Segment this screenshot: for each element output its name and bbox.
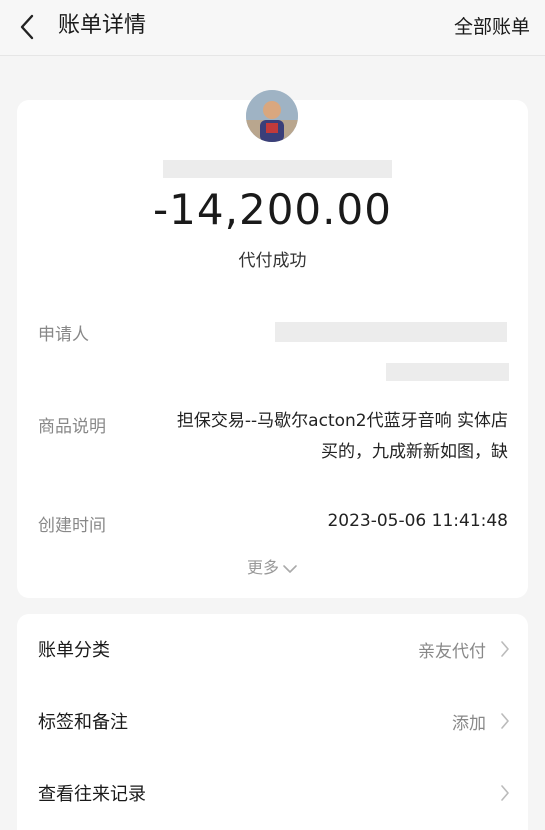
row-label: 账单分类 [38,640,110,661]
created-time-value: 2023-05-06 11:41:48 [327,511,508,531]
redacted-applicant-line-2 [386,363,509,381]
all-bills-link[interactable]: 全部账单 [454,12,530,42]
amount: -14,200.00 [153,185,392,234]
page-title: 账单详情 [58,13,147,38]
chevron-right-icon [500,784,510,806]
options-card: 账单分类 亲友代付 标签和备注 添加 查看往来记录 [17,614,528,830]
row-label: 查看往来记录 [38,784,146,805]
description-line-2: 买的，九成新新如图，缺 [321,442,508,462]
bill-summary-card: -14,200.00 代付成功 申请人 商品说明 担保交易--马歇尔acton2… [17,90,528,598]
avatar [246,90,298,142]
redacted-applicant-line-1 [275,322,507,342]
back-button[interactable] [16,12,42,42]
row-value: 亲友代付 [418,642,486,662]
row-bill-category[interactable]: 账单分类 亲友代付 [17,614,528,686]
chevron-left-icon [16,12,42,42]
chevron-right-icon [500,712,510,734]
more-button[interactable]: 更多 [17,554,528,578]
redacted-name [163,160,392,178]
chevron-right-icon [500,640,510,662]
created-time-label: 创建时间 [38,516,106,536]
row-view-records[interactable]: 查看往来记录 [17,758,528,830]
row-value: 添加 [452,714,486,734]
top-bar: 账单详情 全部账单 [0,0,545,56]
description-label: 商品说明 [38,417,106,437]
status-text: 代付成功 [238,251,307,271]
description-line-1: 担保交易--马歇尔acton2代蓝牙音响 实体店 [176,411,508,431]
more-label: 更多 [246,558,279,577]
applicant-label: 申请人 [38,325,89,345]
row-tags-notes[interactable]: 标签和备注 添加 [17,686,528,758]
chevron-down-icon [279,558,298,577]
row-label: 标签和备注 [38,712,128,733]
